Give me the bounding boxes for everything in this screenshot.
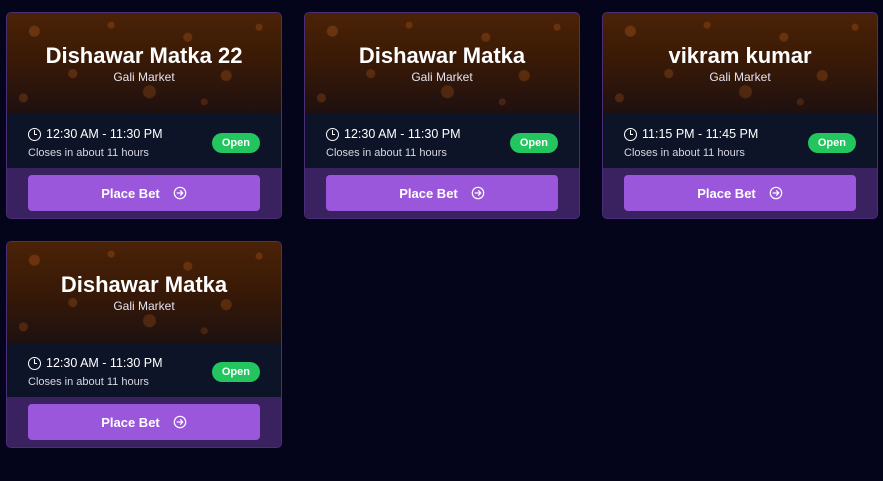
market-subtitle: Gali Market [411, 70, 473, 84]
status-badge: Open [807, 133, 856, 153]
market-subtitle: Gali Market [113, 299, 175, 313]
time-range: 11:15 PM - 11:45 PM [642, 127, 759, 141]
market-banner: Dishawar Matka Gali Market [7, 242, 281, 343]
card-action: Place Bet [7, 168, 281, 218]
clock-icon [624, 127, 637, 141]
arrow-right-circle-icon [173, 186, 187, 200]
time-range: 12:30 AM - 11:30 PM [344, 127, 461, 141]
status-badge: Open [211, 133, 260, 153]
arrow-right-circle-icon [769, 186, 783, 200]
time-range: 12:30 AM - 11:30 PM [46, 356, 163, 370]
market-title: vikram kumar [668, 43, 812, 68]
market-card: Dishawar Matka 22 Gali Market 12:30 AM -… [6, 12, 282, 219]
place-bet-button[interactable]: Place Bet [624, 175, 856, 211]
place-bet-button[interactable]: Place Bet [28, 404, 260, 440]
status-badge: Open [509, 133, 558, 153]
market-info: 12:30 AM - 11:30 PM Closes in about 11 h… [7, 343, 281, 397]
card-action: Place Bet [603, 168, 877, 218]
place-bet-label: Place Bet [399, 185, 458, 201]
market-title: Dishawar Matka 22 [45, 43, 243, 68]
market-subtitle: Gali Market [113, 70, 175, 84]
market-banner: vikram kumar Gali Market [603, 13, 877, 114]
clock-icon [28, 356, 41, 370]
market-info: 11:15 PM - 11:45 PM Closes in about 11 h… [603, 114, 877, 168]
market-subtitle: Gali Market [709, 70, 771, 84]
market-grid: Dishawar Matka 22 Gali Market 12:30 AM -… [6, 12, 878, 448]
place-bet-label: Place Bet [101, 185, 160, 201]
place-bet-label: Place Bet [697, 185, 756, 201]
place-bet-button[interactable]: Place Bet [326, 175, 558, 211]
market-title: Dishawar Matka [358, 43, 526, 68]
market-info: 12:30 AM - 11:30 PM Closes in about 11 h… [305, 114, 579, 168]
market-info: 12:30 AM - 11:30 PM Closes in about 11 h… [7, 114, 281, 168]
clock-icon [28, 127, 41, 141]
time-range: 12:30 AM - 11:30 PM [46, 127, 163, 141]
market-card: Dishawar Matka Gali Market 12:30 AM - 11… [6, 241, 282, 448]
market-card: Dishawar Matka Gali Market 12:30 AM - 11… [304, 12, 580, 219]
status-badge: Open [211, 362, 260, 382]
market-banner: Dishawar Matka 22 Gali Market [7, 13, 281, 114]
clock-icon [326, 127, 339, 141]
card-action: Place Bet [7, 397, 281, 447]
arrow-right-circle-icon [471, 186, 485, 200]
card-action: Place Bet [305, 168, 579, 218]
place-bet-button[interactable]: Place Bet [28, 175, 260, 211]
market-banner: Dishawar Matka Gali Market [305, 13, 579, 114]
market-card: vikram kumar Gali Market 11:15 PM - 11:4… [602, 12, 878, 219]
arrow-right-circle-icon [173, 415, 187, 429]
market-title: Dishawar Matka [60, 272, 228, 297]
place-bet-label: Place Bet [101, 414, 160, 430]
